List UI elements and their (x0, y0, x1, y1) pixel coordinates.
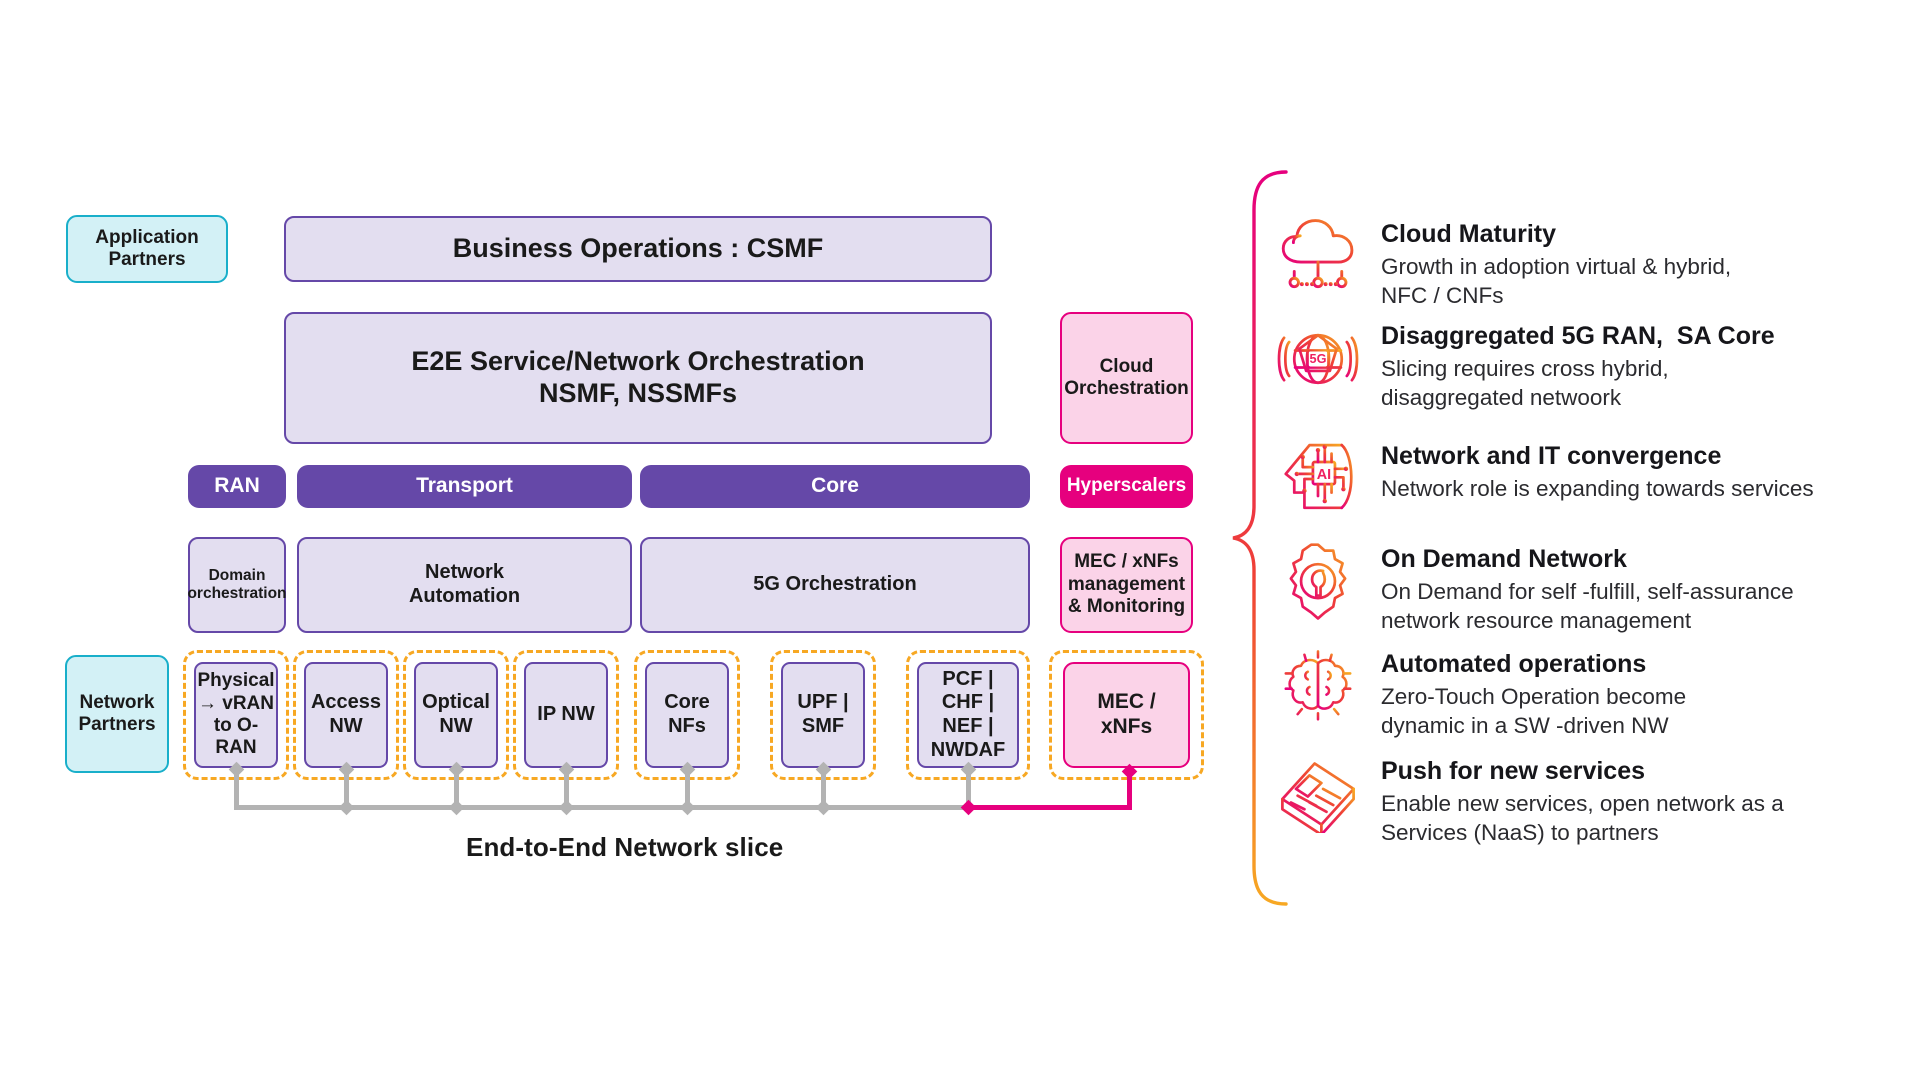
svg-text:AI: AI (1317, 467, 1331, 483)
mec-xnfs-management-box: MEC / xNFs management & Monitoring (1060, 537, 1193, 633)
domain-orchestration-box: Domain orchestration (187, 537, 287, 633)
application-partners-box: Application Partners (66, 215, 228, 283)
feature-title: Cloud Maturity (1381, 220, 1556, 248)
gear-wrench-icon (1275, 543, 1361, 621)
5g-orchestration-box: 5G Orchestration (640, 537, 1030, 633)
slice-box-access-nw: Access NW (304, 662, 388, 768)
diagram-canvas: Application Partners Business Operations… (0, 0, 1920, 1080)
mec-connector-horizontal (966, 805, 1132, 810)
feature-title: On Demand Network (1381, 545, 1627, 573)
feature-title: Push for new services (1381, 757, 1646, 785)
connector-node-bus-5 (679, 799, 696, 816)
network-partners-box: Network Partners (65, 655, 169, 773)
slice-box-ip-nw: IP NW (524, 662, 608, 768)
hyperscalers-box: Hyperscalers (1060, 465, 1193, 508)
feature-description: Slicing requires cross hybrid, disaggreg… (1381, 355, 1669, 410)
network-automation-box: Network Automation (297, 537, 632, 633)
connector-node-bus-2 (338, 799, 355, 816)
slice-box-pcf-chf-nef-nwdaf: PCF | CHF | NEF | NWDAF (917, 662, 1019, 768)
feature-description: On Demand for self -fulfill, self-assura… (1381, 578, 1794, 633)
slice-caption: End-to-End Network slice (466, 832, 784, 862)
feature-title: Disaggregated 5G RAN, SA Core (1381, 322, 1775, 350)
feature-push-for-new-services: Push for new services Enable new service… (1275, 755, 1875, 847)
feature-disaggregated-5g-ran: 5G Disaggregated 5G RAN, SA Core Slicing… (1275, 320, 1875, 412)
brain-icon (1275, 648, 1361, 726)
feature-description: Zero-Touch Operation become dynamic in a… (1381, 683, 1687, 738)
feature-description: Network role is expanding towards servic… (1381, 475, 1814, 501)
slice-box-optical-nw: Optical NW (414, 662, 498, 768)
feature-description: Enable new services, open network as a S… (1381, 790, 1784, 845)
feature-network-it-convergence: AI Network and IT convergence Network ro… (1275, 440, 1875, 518)
slice-box-upf-smf: UPF | SMF (781, 662, 865, 768)
e2e-orchestration-box: E2E Service/Network Orchestration NSMF, … (284, 312, 992, 444)
ai-head-icon: AI (1275, 440, 1361, 518)
mec-xnfs-box: MEC / xNFs (1063, 662, 1190, 768)
connector-node-bus-3 (448, 799, 465, 816)
feature-on-demand-network: On Demand Network On Demand for self -fu… (1275, 543, 1895, 635)
feature-automated-operations: Automated operations Zero-Touch Operatio… (1275, 648, 1875, 740)
business-operations-box: Business Operations : CSMF (284, 216, 992, 282)
feature-title: Network and IT convergence (1381, 442, 1722, 470)
feature-cloud-maturity: Cloud Maturity Growth in adoption virtua… (1275, 218, 1835, 310)
domain-band-core: Core (640, 465, 1030, 508)
slice-box-core-nfs: Core NFs (645, 662, 729, 768)
connector-node-bus-6 (815, 799, 832, 816)
cloud-orchestration-box: Cloud Orchestration (1060, 312, 1193, 444)
newspaper-icon (1275, 755, 1361, 837)
domain-band-transport: Transport (297, 465, 632, 508)
connector-node-bus-4 (558, 799, 575, 816)
domain-band-ran: RAN (188, 465, 286, 508)
feature-title: Automated operations (1381, 650, 1647, 678)
feature-description: Growth in adoption virtual & hybrid, NFC… (1381, 253, 1732, 308)
mec-connector-node-bottom (960, 799, 977, 816)
slice-box-physical-vran-oran: Physical → vRAN to O-RAN (194, 662, 278, 768)
5g-globe-icon: 5G (1275, 320, 1361, 398)
svg-text:5G: 5G (1310, 351, 1327, 366)
cloud-network-icon (1275, 218, 1361, 296)
